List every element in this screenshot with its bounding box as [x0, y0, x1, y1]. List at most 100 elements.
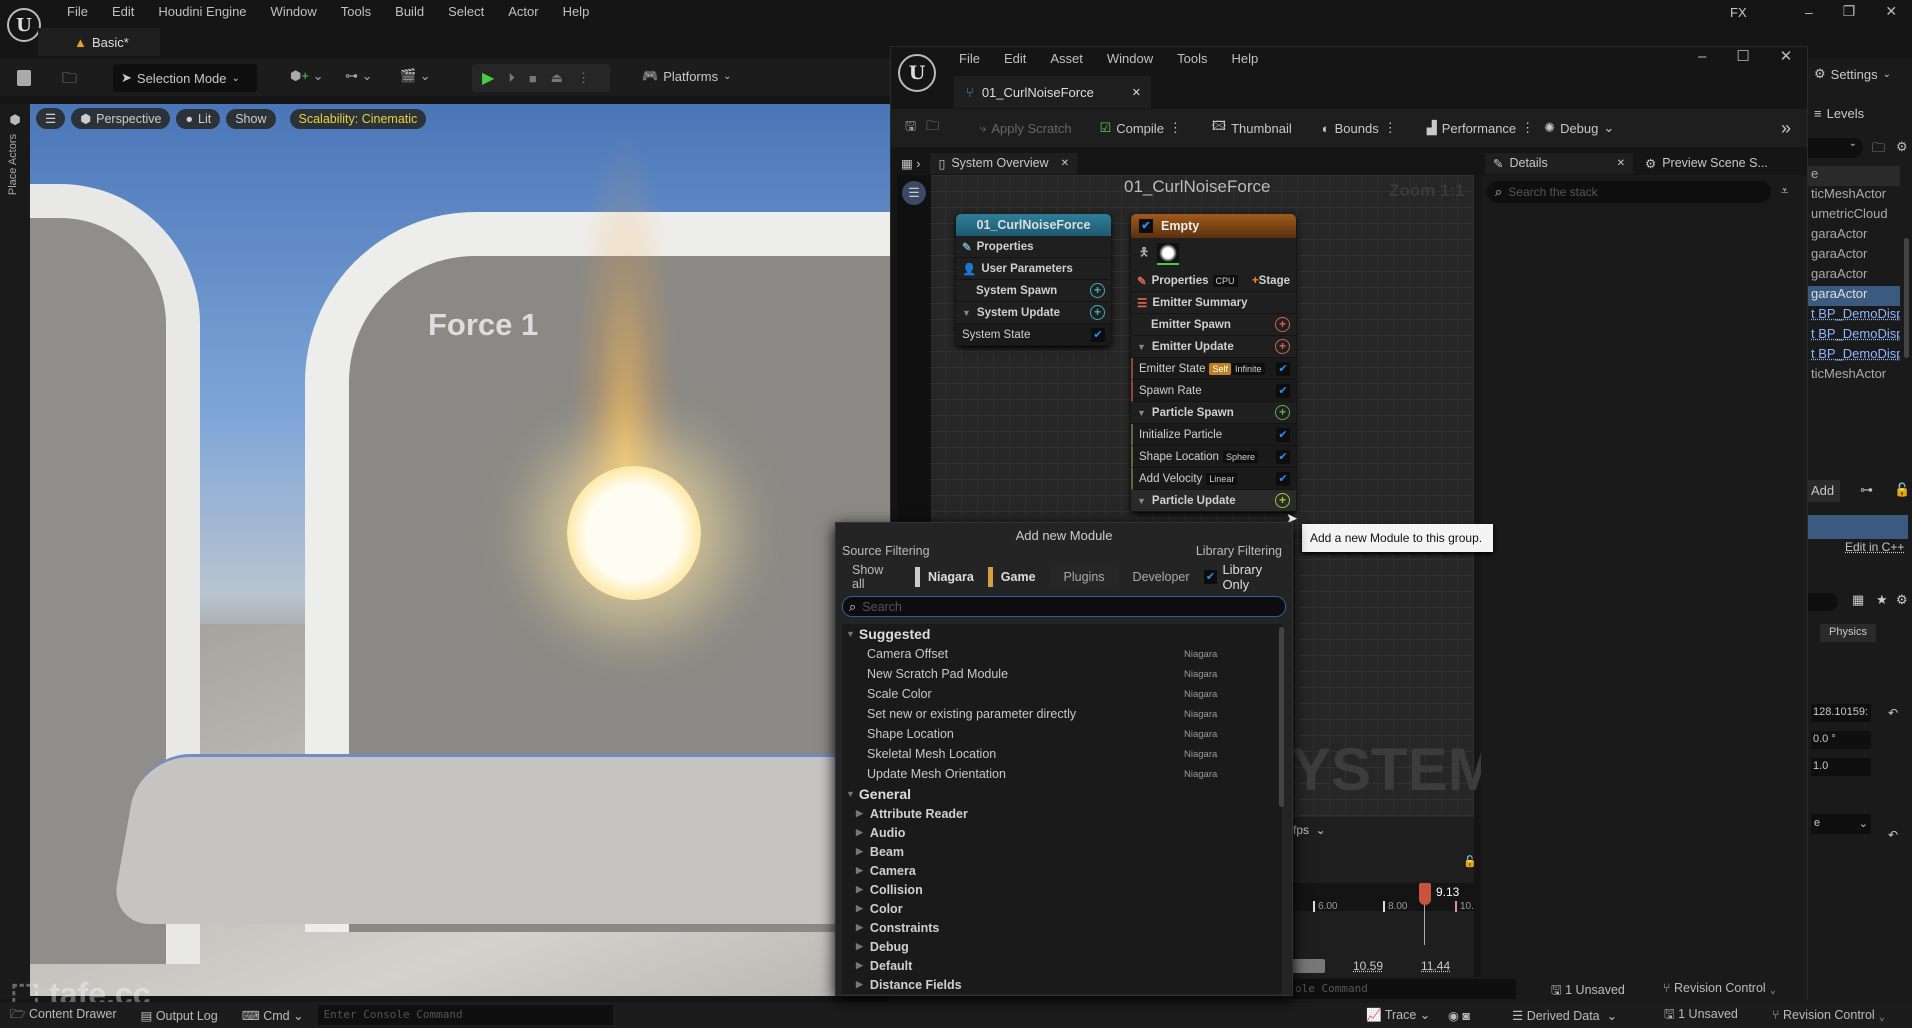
system-node[interactable]: 01_CurlNoiseForce ✎ Properties 👤 User Para…	[956, 214, 1111, 346]
add-module-icon[interactable]: +	[1275, 405, 1290, 420]
save-icon[interactable]	[17, 70, 31, 86]
add-module-icon[interactable]: +	[1090, 283, 1105, 298]
viewport-menu-button[interactable]: ☰	[36, 108, 66, 129]
expand-arrow-icon[interactable]: ▶	[856, 884, 863, 895]
system-spawn-row[interactable]: System Spawn +	[956, 280, 1111, 302]
menu-file[interactable]: File	[959, 51, 980, 66]
menu-window[interactable]: Window	[1107, 51, 1153, 66]
suggested-module-item[interactable]: New Scratch Pad Module Niagara	[842, 664, 1282, 684]
outliner-item[interactable]: garaActor	[1808, 226, 1900, 246]
shape-location-row[interactable]: Shape Location Sphere ✔	[1131, 446, 1296, 468]
location-field[interactable]: 128.10159:	[1811, 704, 1871, 722]
details-tab[interactable]: ✎ Details ✕	[1485, 152, 1633, 174]
emitter-spawn-row[interactable]: Emitter Spawn +	[1131, 314, 1296, 336]
module-category[interactable]: ▶ Color	[842, 899, 1282, 918]
expand-arrow-icon[interactable]: ▶	[856, 979, 863, 990]
expand-arrow-icon[interactable]: ▶	[856, 960, 863, 971]
outliner-settings-icon[interactable]: ⚙	[1896, 139, 1908, 155]
menu-help[interactable]: Help	[1231, 51, 1258, 66]
module-category[interactable]: ▶ Debug	[842, 937, 1282, 956]
blueprint-icon[interactable]: ⊶ ⌄	[345, 68, 373, 84]
asset-tab[interactable]: ⑂ 01_CurlNoiseForce ✕	[954, 76, 1151, 108]
maximize-button[interactable]: ❐	[1843, 3, 1856, 20]
stop-icon[interactable]: ■	[529, 71, 537, 86]
system-properties-row[interactable]: ✎ Properties	[956, 236, 1111, 258]
enabled-checkbox[interactable]: ✔	[1276, 383, 1290, 398]
console-input[interactable]: ole Command	[1291, 979, 1516, 999]
system-overview-tab[interactable]: ▯ System Overview ✕	[930, 152, 1077, 174]
output-log-button[interactable]: ▤ Output Log	[141, 1008, 218, 1023]
play-icon[interactable]: ▶	[482, 68, 494, 88]
menu-edit[interactable]: Edit	[1004, 51, 1026, 66]
add-actor-icon[interactable]: ⬢+ ⌄	[290, 68, 323, 84]
module-list-scrollbar[interactable]	[1279, 627, 1284, 807]
fps-dropdown[interactable]: fps ⌄	[1293, 823, 1326, 837]
enabled-checkbox[interactable]: ✔	[1276, 449, 1290, 464]
levels-tab[interactable]: ≡ Levels	[1814, 106, 1864, 121]
initialize-particle-row[interactable]: Initialize Particle ✔	[1131, 424, 1296, 446]
system-state-row[interactable]: System State ✔	[956, 324, 1111, 346]
outliner-item[interactable]: t BP_DemoDisp	[1808, 306, 1900, 326]
reset-icon[interactable]: ↶	[1888, 828, 1898, 842]
module-search-input[interactable]: ⌕ Search	[842, 596, 1286, 617]
rotation-field[interactable]: 0.0 °	[1811, 731, 1871, 749]
lock-icon[interactable]: 🔓	[1894, 482, 1910, 498]
performance-button[interactable]: ▟ Performance ⋮	[1427, 120, 1534, 136]
close-button[interactable]: ✕	[1780, 47, 1793, 65]
details-search[interactable]	[1808, 593, 1838, 611]
maximize-button[interactable]: ☐	[1736, 47, 1749, 65]
expand-arrow-icon[interactable]: ▶	[856, 846, 863, 857]
module-category[interactable]: ▶ Audio	[842, 823, 1282, 842]
debug-dropdown[interactable]: ✺ Debug ⌄	[1544, 120, 1614, 136]
console-input[interactable]: Enter Console Command	[317, 1005, 613, 1025]
details-settings-icon[interactable]: ⚙	[1896, 592, 1908, 608]
spawn-rate-row[interactable]: Spawn Rate ✔	[1131, 380, 1296, 402]
suggested-module-item[interactable]: Set new or existing parameter directly Ni…	[842, 704, 1282, 724]
add-component-button[interactable]: Add	[1808, 480, 1840, 502]
enabled-checkbox[interactable]: ✔	[1091, 327, 1105, 342]
suggested-module-item[interactable]: Shape Location Niagara	[842, 724, 1282, 744]
emitter-state-row[interactable]: Emitter State Self Infinite ✔	[1131, 358, 1296, 380]
emitter-node[interactable]: ✔ Empty 🯅 ✎ Properties CPU +Stage ☰ Emitter …	[1131, 214, 1296, 512]
range-end[interactable]: 11.44	[1421, 959, 1450, 973]
outliner-item[interactable]: garaActor	[1808, 246, 1900, 266]
more-icon[interactable]: ⋮	[577, 70, 590, 86]
lit-button[interactable]: ● Lit	[176, 108, 221, 129]
timeline-scrollbar[interactable]	[1291, 959, 1325, 973]
add-folder-icon[interactable]: 🗀	[1872, 139, 1885, 161]
outliner-item[interactable]: garaActor	[1808, 286, 1900, 306]
mobility-dropdown[interactable]: e ⌄	[1811, 814, 1871, 834]
expand-arrow-icon[interactable]: ▶	[856, 941, 863, 952]
close-tab-icon[interactable]: ✕	[1132, 86, 1141, 99]
filter-icon[interactable]: ⩡	[1781, 183, 1788, 199]
derived-data-dropdown[interactable]: ☰ Derived Data ⌄	[1512, 1008, 1617, 1023]
cinematics-icon[interactable]: 🎬 ⌄	[400, 68, 431, 84]
user-parameters-row[interactable]: 👤 User Parameters	[956, 258, 1111, 280]
table-icon[interactable]: ▦	[1852, 592, 1864, 608]
expand-arrow-icon[interactable]: ▶	[856, 827, 863, 838]
emitter-enabled-checkbox[interactable]: ✔	[1139, 219, 1153, 233]
advance-frame-icon[interactable]: ⏵	[508, 70, 515, 86]
trace-dropdown[interactable]: 📈 Trace ⌄	[1366, 1007, 1430, 1023]
system-update-row[interactable]: ▼ System Update +	[956, 302, 1111, 324]
menu-actor[interactable]: Actor	[508, 4, 538, 19]
expand-arrow-icon[interactable]: ▶	[856, 808, 863, 819]
selected-component[interactable]	[1808, 515, 1908, 539]
place-actors-strip[interactable]: ⬢ Place Actors	[0, 104, 30, 999]
lock-icon[interactable]: 🔓	[1463, 855, 1477, 868]
add-module-icon[interactable]: +	[1275, 339, 1290, 354]
module-category[interactable]: ▶ Distance Fields	[842, 975, 1282, 994]
level-tab[interactable]: ▲ Basic*	[38, 28, 160, 56]
module-category[interactable]: ▶ Beam	[842, 842, 1282, 861]
add-module-icon[interactable]: +	[1275, 317, 1290, 332]
cmd-dropdown[interactable]: ⌨ Cmd ⌄	[242, 1008, 304, 1023]
suggested-module-item[interactable]: Skeletal Mesh Location Niagara	[842, 744, 1282, 764]
particle-spawn-row[interactable]: ▼ Particle Spawn +	[1131, 402, 1296, 424]
revision-control-dropdown[interactable]: ⑂ Revision Control ⌄	[1772, 1008, 1886, 1022]
unsaved-button[interactable]: 🖫 1 Unsaved	[1664, 1005, 1738, 1026]
menu-select[interactable]: Select	[448, 4, 484, 19]
thumbnail-button[interactable]: 🖾 Thumbnail	[1212, 117, 1292, 139]
browse-icon[interactable]: 🗀	[926, 117, 939, 139]
outliner-item[interactable]: e	[1808, 166, 1900, 186]
save-icon[interactable]: 🖫	[905, 117, 916, 139]
